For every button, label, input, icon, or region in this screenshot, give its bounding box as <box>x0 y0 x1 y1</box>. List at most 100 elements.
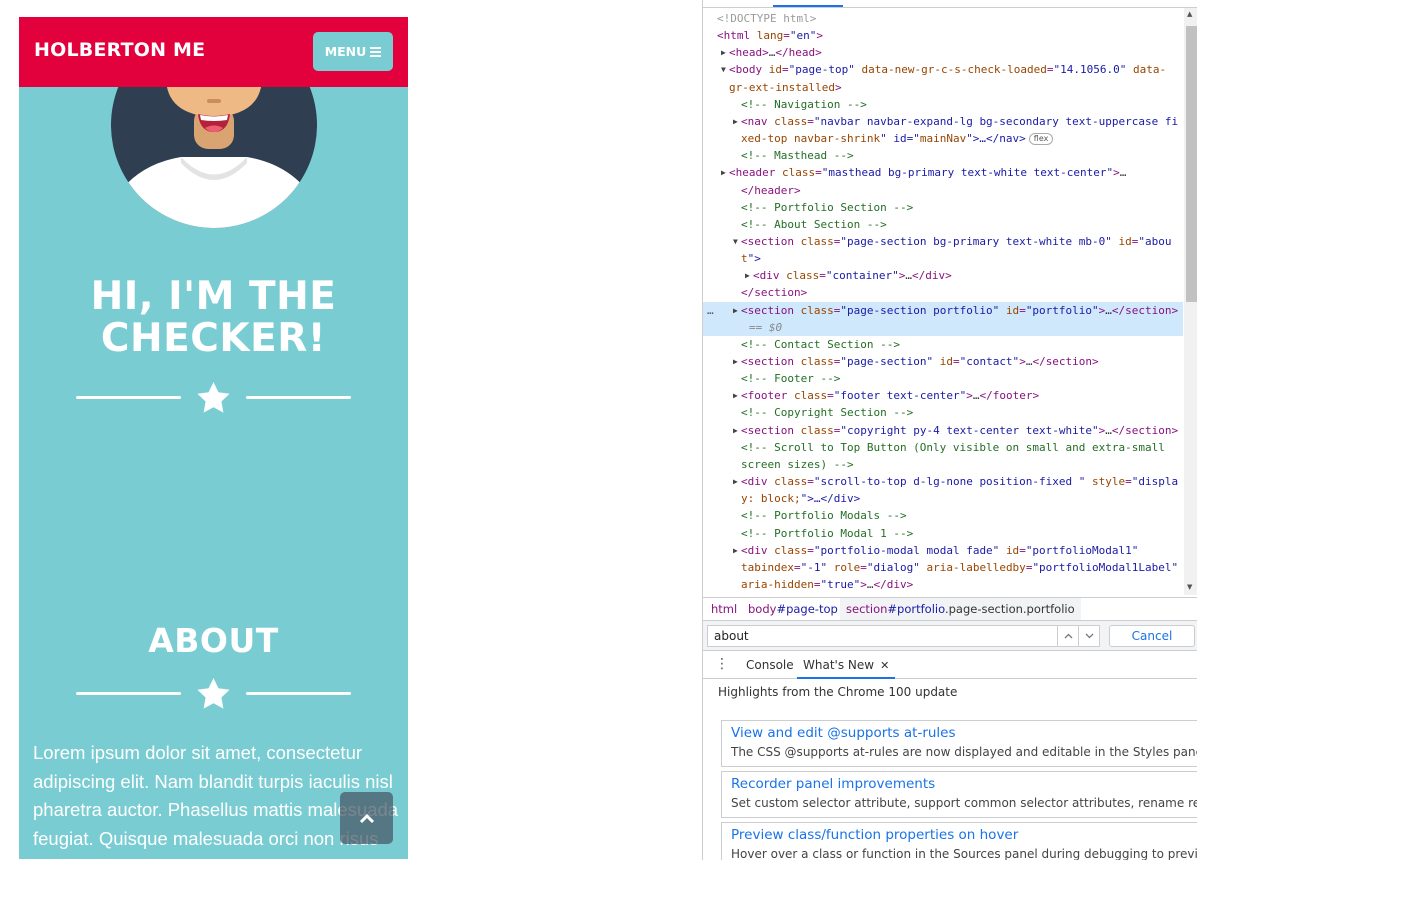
search-prev-button[interactable] <box>1057 625 1079 647</box>
masthead-heading: HI, I'M THE CHECKER! <box>19 276 408 360</box>
elements-scrollbar[interactable]: ▲ ▼ <box>1184 8 1197 595</box>
dom-comment-node[interactable]: <!-- Contact Section --> <box>703 336 1183 353</box>
chevron-up-icon <box>359 813 374 824</box>
dom-node[interactable]: ▶ <div class="container">…</div> <box>703 267 1183 284</box>
dom-node-text: <section class="page-section" id="contac… <box>741 355 1099 368</box>
dom-comment-node[interactable]: <!-- Navigation --> <box>703 96 1183 113</box>
breadcrumb-section[interactable]: section#portfolio.page-section.portfolio <box>840 598 1081 620</box>
expand-arrow-icon[interactable]: ▶ <box>733 353 738 370</box>
scroll-up-icon[interactable]: ▲ <box>1187 10 1192 18</box>
dom-node[interactable]: ▼ <section class="page-section bg-primary… <box>703 233 1183 250</box>
dom-search-input[interactable]: about <box>707 625 1058 647</box>
elements-tab-indicator[interactable] <box>773 5 843 7</box>
dom-comment-node[interactable]: <!-- Portfolio Modal 1 --> <box>703 525 1183 542</box>
dom-node[interactable]: <!DOCTYPE html> <box>703 10 1183 27</box>
tab-whats-new-label: What's New <box>803 658 875 672</box>
dom-comment-node[interactable]: screen sizes) --> <box>703 456 1183 473</box>
dom-node-text: <!-- Scroll to Top Button (Only visible … <box>741 440 1165 454</box>
tab-whats-new[interactable]: What's New ✕ <box>797 652 896 679</box>
dom-node-text: <!-- Portfolio Modal 2 --> <box>741 593 913 595</box>
dom-node-text: <!-- Portfolio Section --> <box>741 200 914 214</box>
dom-node-text: <div class="container">…</div> <box>753 269 952 283</box>
expand-arrow-icon[interactable]: ▶ <box>721 44 726 61</box>
collapse-arrow-icon[interactable]: ▼ <box>733 233 738 250</box>
whats-new-card-title[interactable]: Preview class/function properties on hov… <box>731 827 1018 843</box>
dom-node[interactable]: gr-ext-installed> <box>703 79 1183 96</box>
dom-comment-node[interactable]: <!-- Masthead --> <box>703 147 1183 164</box>
dom-comment-node[interactable]: <!-- About Section --> <box>703 216 1183 233</box>
scroll-to-top-button[interactable] <box>340 792 393 844</box>
star-divider <box>76 678 351 709</box>
dom-node[interactable]: ▶ <section class="page-section" id="conta… <box>703 353 1183 370</box>
dom-node[interactable]: <!-- Portfolio Modal 2 --> <box>703 593 1183 595</box>
dom-node-text: </header> <box>741 183 801 197</box>
scrollbar-thumb[interactable] <box>1186 26 1197 302</box>
dom-comment-node[interactable]: <!-- Scroll to Top Button (Only visible … <box>703 439 1183 456</box>
dom-node[interactable]: tabindex="-1" role="dialog" aria-labelle… <box>703 559 1183 576</box>
dom-node-text: <section class="page-section bg-primary … <box>741 234 1172 248</box>
navbar: HOLBERTON ME MENU <box>19 17 408 87</box>
dom-node-text: <header class="masthead bg-primary text-… <box>729 166 1127 180</box>
elements-tree[interactable]: <!DOCTYPE html> <html lang="en"> ▶ <head>…<… <box>703 8 1183 595</box>
dom-node[interactable]: ▶ <div class="portfolio-modal modal fade"… <box>703 542 1183 559</box>
expand-arrow-icon[interactable]: ▶ <box>733 302 738 319</box>
dom-node-text: <!-- Masthead --> <box>741 149 854 163</box>
dom-node[interactable]: ▶ <head>…</head> <box>703 44 1183 61</box>
dom-comment-node[interactable]: <!-- Portfolio Section --> <box>703 199 1183 216</box>
dom-node[interactable]: y: block;">…</div> <box>703 490 1183 507</box>
dom-node[interactable]: ▶ <section class="copyright py-4 text-cen… <box>703 422 1183 439</box>
dom-node[interactable]: <html lang="en"> <box>703 27 1183 44</box>
expand-arrow-icon[interactable]: ▶ <box>745 267 750 284</box>
dom-node[interactable]: xed-top navbar-shrink" id="mainNav">…</n… <box>703 130 1183 147</box>
dom-node-text: tabindex="-1" role="dialog" aria-labelle… <box>741 560 1179 574</box>
dom-node[interactable]: ▶ <footer class="footer text-center">…</f… <box>703 387 1183 404</box>
node-actions-icon[interactable]: … <box>707 302 714 319</box>
expand-arrow-icon[interactable]: ▶ <box>733 542 738 559</box>
dom-comment-node[interactable]: <!-- Portfolio Modals --> <box>703 507 1183 524</box>
hamburger-icon <box>370 46 382 57</box>
breadcrumb-body[interactable]: body#page-top <box>742 598 844 620</box>
mobile-page-preview: HOLBERTON ME MENU HI, I'M THE CHECKER! A… <box>19 17 408 859</box>
dom-node[interactable]: aria-hidden="true">…</div> <box>703 576 1183 593</box>
dom-node[interactable]: </header> <box>703 182 1183 199</box>
dom-node[interactable]: ▼ <body id="page-top" data-new-gr-c-s-che… <box>703 61 1183 78</box>
flex-badge[interactable]: flex <box>1028 133 1054 146</box>
expand-arrow-icon[interactable]: ▶ <box>733 473 738 490</box>
menu-button[interactable]: MENU <box>313 32 393 71</box>
whats-new-card-title[interactable]: View and edit @supports at-rules <box>731 725 956 741</box>
navbar-brand[interactable]: HOLBERTON ME <box>34 39 205 61</box>
dom-node-text: <footer class="footer text-center">…</fo… <box>741 389 1040 403</box>
expand-arrow-icon[interactable]: ▶ <box>721 164 726 181</box>
dom-node[interactable]: == $0 <box>703 318 1183 336</box>
dom-node-text: screen sizes) --> <box>741 457 854 471</box>
dom-node-text: gr-ext-installed> <box>729 80 842 94</box>
whats-new-card[interactable]: Recorder panel improvements Set custom s… <box>721 771 1197 818</box>
close-icon[interactable]: ✕ <box>880 659 889 672</box>
whats-new-card[interactable]: View and edit @supports at-rules The CSS… <box>721 720 1197 767</box>
tab-console[interactable]: Console <box>740 652 800 678</box>
dom-node[interactable]: </section> <box>703 284 1183 301</box>
dom-comment-node[interactable]: <!-- Copyright Section --> <box>703 404 1183 421</box>
dom-node[interactable]: t"> <box>703 250 1183 267</box>
dom-node[interactable]: ▶ <div class="scroll-to-top d-lg-none pos… <box>703 473 1183 490</box>
expand-arrow-icon[interactable]: ▶ <box>733 422 738 439</box>
collapse-arrow-icon[interactable]: ▼ <box>721 61 726 78</box>
star-divider <box>76 382 351 413</box>
dom-node[interactable]: ▶ … <section class="page-section portfolio… <box>703 301 1183 319</box>
dom-node[interactable]: ▶ <header class="masthead bg-primary text… <box>703 164 1183 181</box>
scroll-down-icon[interactable]: ▼ <box>1187 583 1192 591</box>
expand-arrow-icon[interactable]: ▶ <box>733 113 738 130</box>
breadcrumb-html[interactable]: html <box>705 598 743 620</box>
dom-node-text: <!-- Portfolio Modals --> <box>741 509 907 523</box>
more-options-icon[interactable]: ⋮ <box>715 657 729 671</box>
whats-new-card-title[interactable]: Recorder panel improvements <box>731 776 935 792</box>
dom-comment-node[interactable]: <!-- Footer --> <box>703 370 1183 387</box>
expand-arrow-icon[interactable]: ▶ <box>733 387 738 404</box>
dom-node-text: </section> <box>741 286 808 300</box>
search-cancel-button[interactable]: Cancel <box>1109 625 1195 647</box>
dom-node[interactable]: ▶ <nav class="navbar navbar-expand-lg bg-… <box>703 113 1183 130</box>
dom-node-text: == $0 <box>749 320 783 334</box>
about-heading: ABOUT <box>148 621 279 660</box>
search-next-button[interactable] <box>1078 625 1100 647</box>
whats-new-card[interactable]: Preview class/function properties on hov… <box>721 822 1197 860</box>
